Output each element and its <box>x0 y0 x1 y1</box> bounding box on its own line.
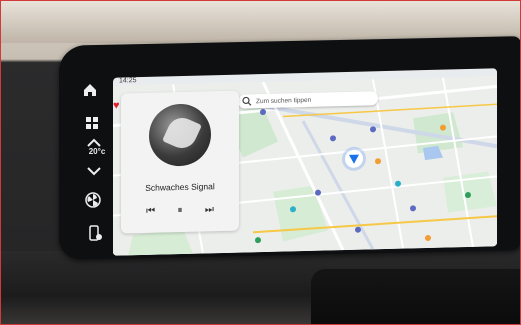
dashboard-top <box>1 1 520 43</box>
infotainment-screen: 14:25 Zum suchen tippen ♥ Schwaches Sign… <box>113 68 497 256</box>
track-title: Schwaches Signal <box>145 181 215 193</box>
heart-icon[interactable]: ♥ <box>113 100 120 112</box>
search-placeholder: Zum suchen tippen <box>256 96 312 105</box>
phone-settings-icon[interactable] <box>86 224 104 242</box>
home-icon[interactable] <box>81 81 99 99</box>
pause-icon[interactable]: ⏸ <box>177 205 182 216</box>
next-icon[interactable]: ⏭ <box>205 204 214 215</box>
photo-frame: 20°c 14:25 Zum suchen tippen ♥ Schwaches… <box>0 0 521 325</box>
down-icon[interactable] <box>85 166 103 176</box>
apps-grid-icon[interactable] <box>83 114 101 132</box>
media-card[interactable]: ♥ Schwaches Signal ⏮ ⏸ ⏭ <box>113 90 239 234</box>
fan-icon[interactable] <box>84 191 102 209</box>
temperature-label: 20°c <box>88 147 106 156</box>
previous-icon[interactable]: ⏮ <box>146 206 155 217</box>
playback-controls: ⏮ ⏸ ⏭ <box>121 204 239 218</box>
air-vent <box>311 269 520 324</box>
album-art <box>149 103 211 167</box>
search-icon <box>242 96 252 106</box>
clock-label: 14:25 <box>119 77 137 85</box>
